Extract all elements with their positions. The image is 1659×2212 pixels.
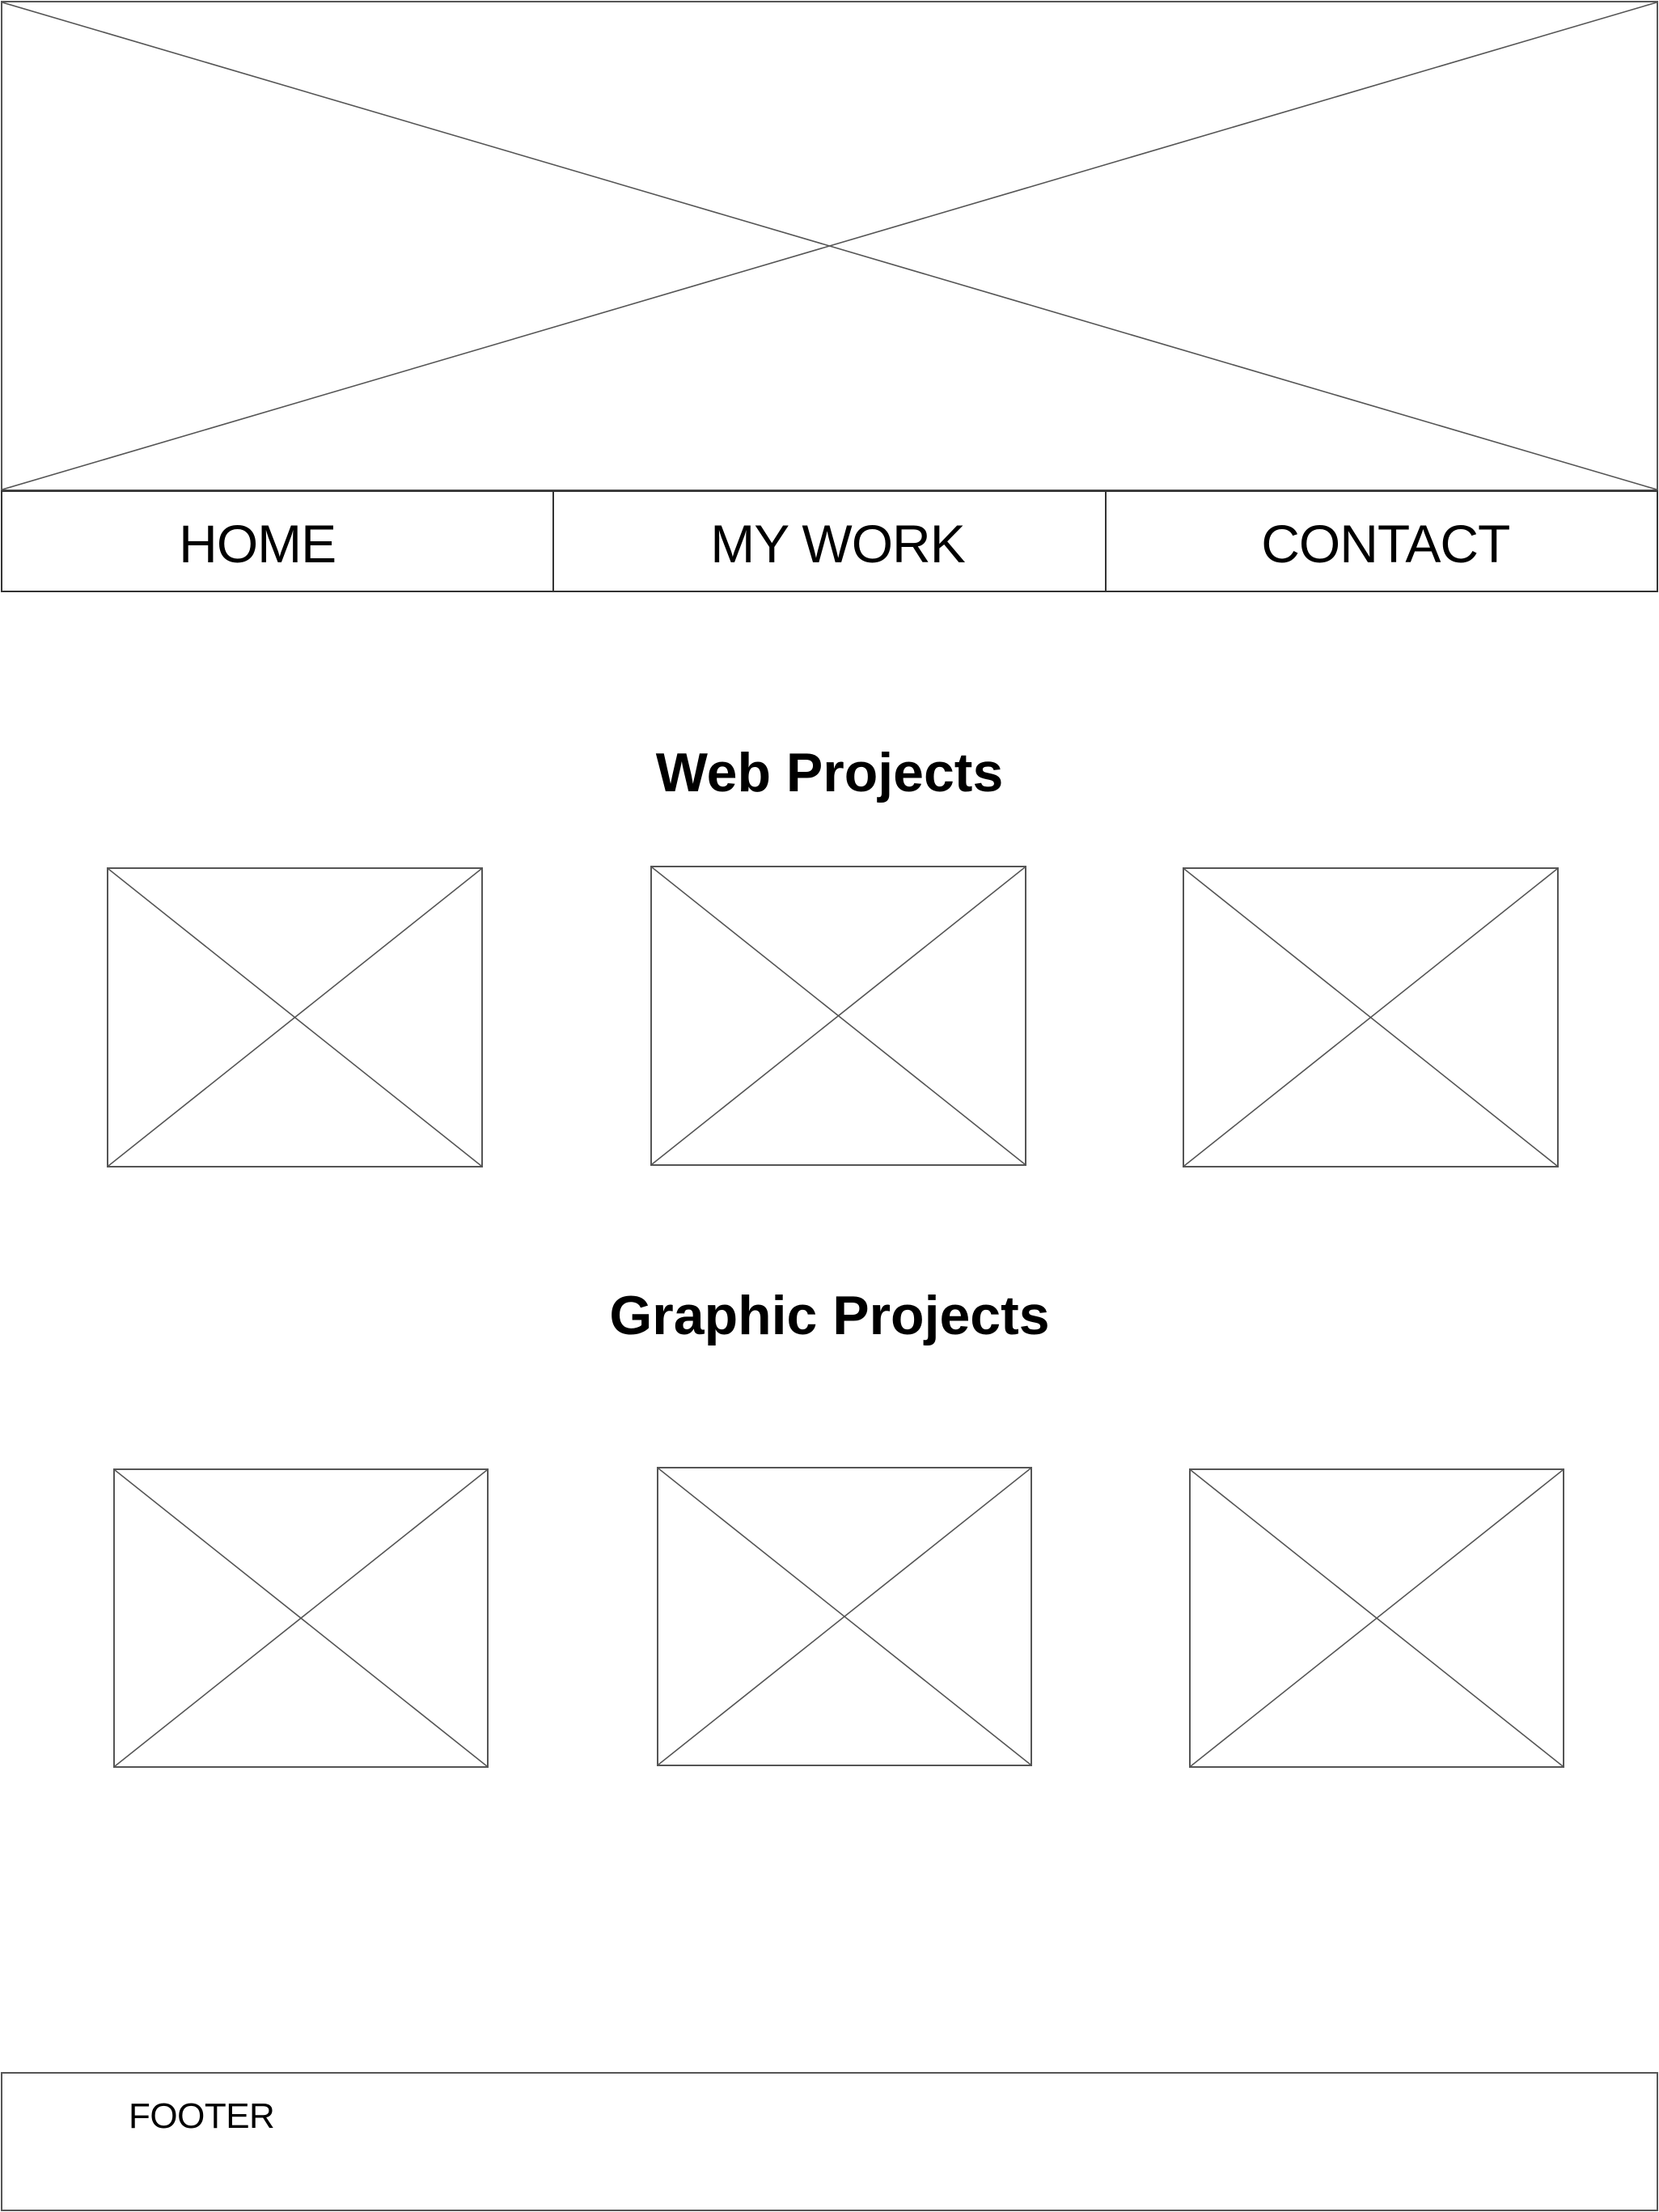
- main-navigation: HOME MY WORK CONTACT: [1, 490, 1658, 592]
- web-project-thumbnail[interactable]: [650, 866, 1026, 1166]
- graphic-projects-heading: Graphic Projects: [609, 1285, 1050, 1346]
- hero-image-placeholder: [1, 1, 1658, 491]
- footer-label: FOOTER: [129, 2096, 275, 2136]
- graphic-project-thumbnail[interactable]: [113, 1468, 489, 1768]
- nav-item-home[interactable]: HOME: [2, 492, 552, 591]
- nav-item-home-label: HOME: [179, 514, 336, 574]
- nav-item-my-work-label: MY WORK: [710, 514, 965, 574]
- image-placeholder-icon: [1191, 1470, 1563, 1766]
- web-project-thumbnail[interactable]: [107, 867, 483, 1167]
- graphic-project-thumbnail[interactable]: [1189, 1468, 1564, 1768]
- web-projects-heading: Web Projects: [655, 742, 1004, 803]
- image-placeholder-icon: [652, 867, 1025, 1164]
- graphic-project-thumbnail[interactable]: [657, 1467, 1032, 1766]
- nav-item-contact[interactable]: CONTACT: [1104, 492, 1657, 591]
- image-placeholder-icon: [2, 2, 1657, 489]
- image-placeholder-icon: [1184, 869, 1557, 1166]
- image-placeholder-icon: [658, 1468, 1031, 1765]
- nav-item-contact-label: CONTACT: [1261, 514, 1510, 574]
- image-placeholder-icon: [108, 869, 481, 1166]
- web-project-thumbnail[interactable]: [1183, 867, 1559, 1167]
- footer: FOOTER: [1, 2072, 1658, 2211]
- image-placeholder-icon: [115, 1470, 487, 1766]
- nav-item-my-work[interactable]: MY WORK: [552, 492, 1104, 591]
